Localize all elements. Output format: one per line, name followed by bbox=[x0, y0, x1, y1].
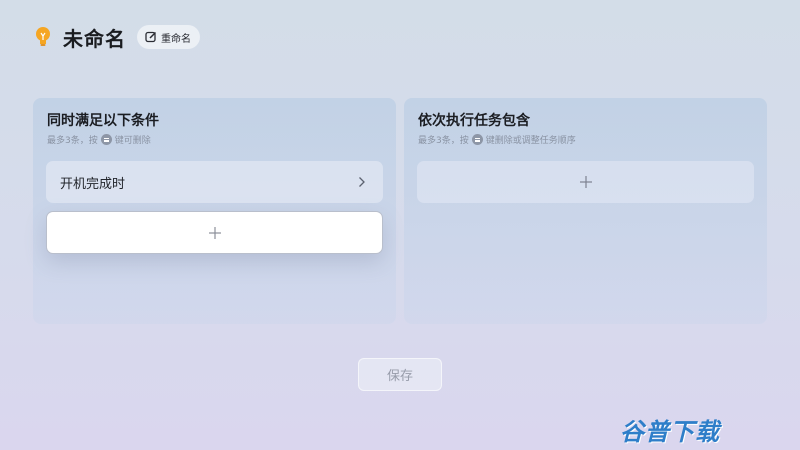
add-task-button[interactable] bbox=[417, 161, 754, 203]
condition-item-boot-complete[interactable]: 开机完成时 bbox=[46, 161, 383, 203]
add-condition-button[interactable] bbox=[46, 211, 383, 254]
hint-text-before: 最多3条，按 bbox=[418, 136, 469, 146]
menu-key-icon bbox=[100, 134, 112, 145]
watermark-logo: 谷普下载 bbox=[620, 412, 748, 446]
header: 未命名 重命名 bbox=[34, 22, 200, 52]
watermark-text: 谷普下载 bbox=[620, 418, 720, 446]
tasks-hint: 最多3条，按 键删除或调整任务顺序 bbox=[418, 133, 576, 146]
edit-icon bbox=[145, 31, 157, 43]
hint-text-before: 最多3条，按 bbox=[47, 136, 98, 146]
plus-icon bbox=[208, 226, 222, 240]
menu-key-icon bbox=[471, 134, 483, 145]
save-button[interactable]: 保存 bbox=[358, 358, 442, 391]
conditions-title: 同时满足以下条件 bbox=[47, 113, 159, 129]
page-title: 未命名 bbox=[63, 26, 126, 51]
lightbulb-icon bbox=[34, 24, 52, 50]
conditions-panel: 同时满足以下条件 最多3条，按 键可删除 开机完成时 bbox=[33, 98, 396, 324]
tasks-title: 依次执行任务包含 bbox=[418, 113, 530, 129]
plus-icon bbox=[579, 175, 593, 189]
condition-label: 开机完成时 bbox=[60, 176, 126, 192]
conditions-hint: 最多3条，按 键可删除 bbox=[47, 133, 151, 146]
rename-label: 重命名 bbox=[161, 33, 191, 45]
rename-button[interactable]: 重命名 bbox=[137, 25, 200, 49]
hint-text-after: 键删除或调整任务顺序 bbox=[485, 136, 576, 146]
chevron-right-icon bbox=[358, 176, 366, 188]
hint-text-after: 键可删除 bbox=[114, 136, 151, 146]
tasks-panel: 依次执行任务包含 最多3条，按 键删除或调整任务顺序 bbox=[404, 98, 767, 324]
